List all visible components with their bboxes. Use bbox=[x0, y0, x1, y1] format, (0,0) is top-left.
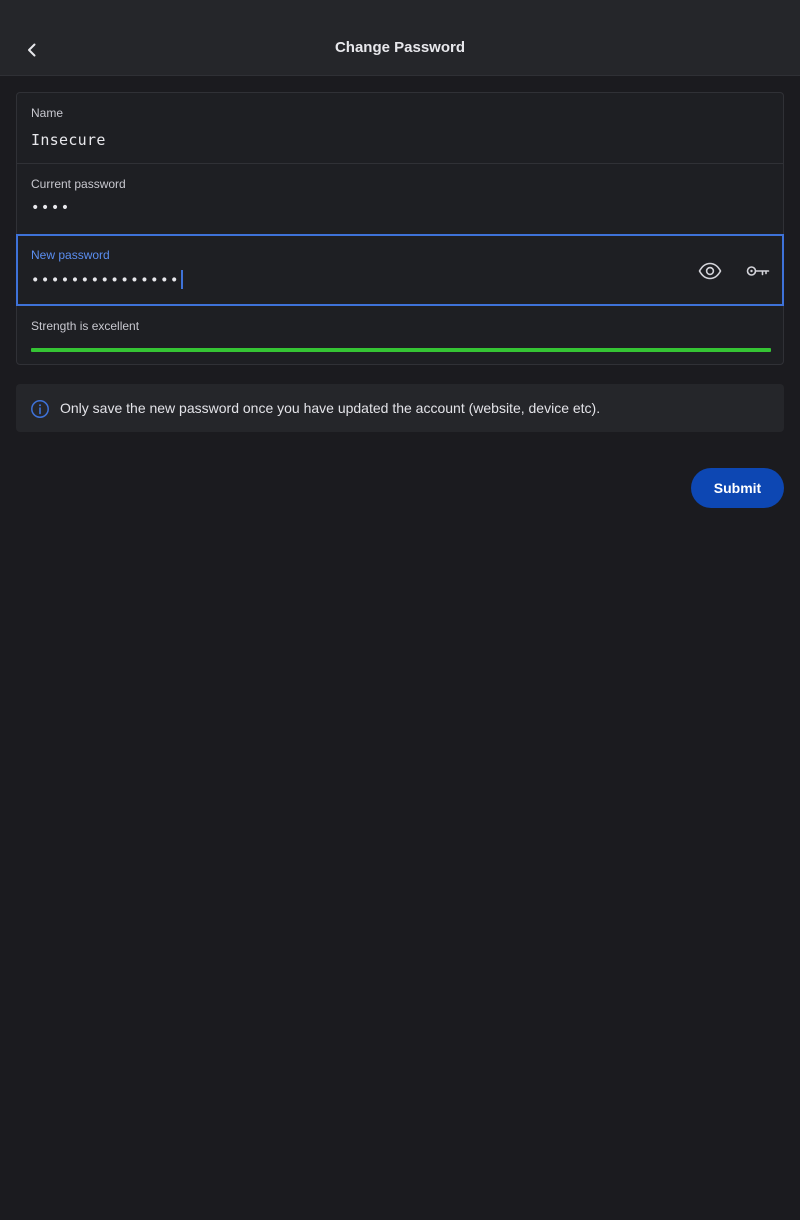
page-title: Change Password bbox=[334, 39, 466, 56]
current-password-value: •••• bbox=[31, 200, 71, 216]
text-caret bbox=[180, 270, 183, 289]
new-password-label: New password bbox=[31, 248, 110, 262]
app-header: Change Password bbox=[0, 0, 800, 76]
submit-button[interactable]: Submit bbox=[691, 468, 784, 508]
strength-bar-fill bbox=[31, 348, 771, 352]
current-password-field[interactable]: Current password •••• bbox=[16, 163, 784, 235]
info-icon bbox=[31, 400, 49, 418]
new-password-field[interactable]: New password ••••••••••••••• bbox=[16, 234, 784, 306]
name-field[interactable]: Name Insecure bbox=[16, 92, 784, 164]
eye-icon bbox=[698, 262, 722, 280]
current-password-label: Current password bbox=[31, 177, 126, 191]
strength-label: Strength is excellent bbox=[31, 319, 140, 333]
password-strength-meter: Strength is excellent bbox=[16, 305, 784, 365]
change-password-form: Name Insecure Current password •••• New … bbox=[16, 92, 784, 365]
info-notice: Only save the new password once you have… bbox=[16, 384, 784, 432]
name-label: Name bbox=[31, 106, 64, 120]
strength-bar bbox=[31, 348, 771, 352]
show-password-button[interactable] bbox=[696, 257, 724, 285]
new-password-input[interactable]: ••••••••••••••• bbox=[31, 270, 183, 290]
key-icon bbox=[746, 266, 770, 276]
new-password-value: ••••••••••••••• bbox=[31, 272, 180, 289]
generate-password-button[interactable] bbox=[744, 257, 772, 285]
name-value: Insecure bbox=[31, 131, 106, 149]
info-text: Only save the new password once you have… bbox=[60, 400, 601, 416]
